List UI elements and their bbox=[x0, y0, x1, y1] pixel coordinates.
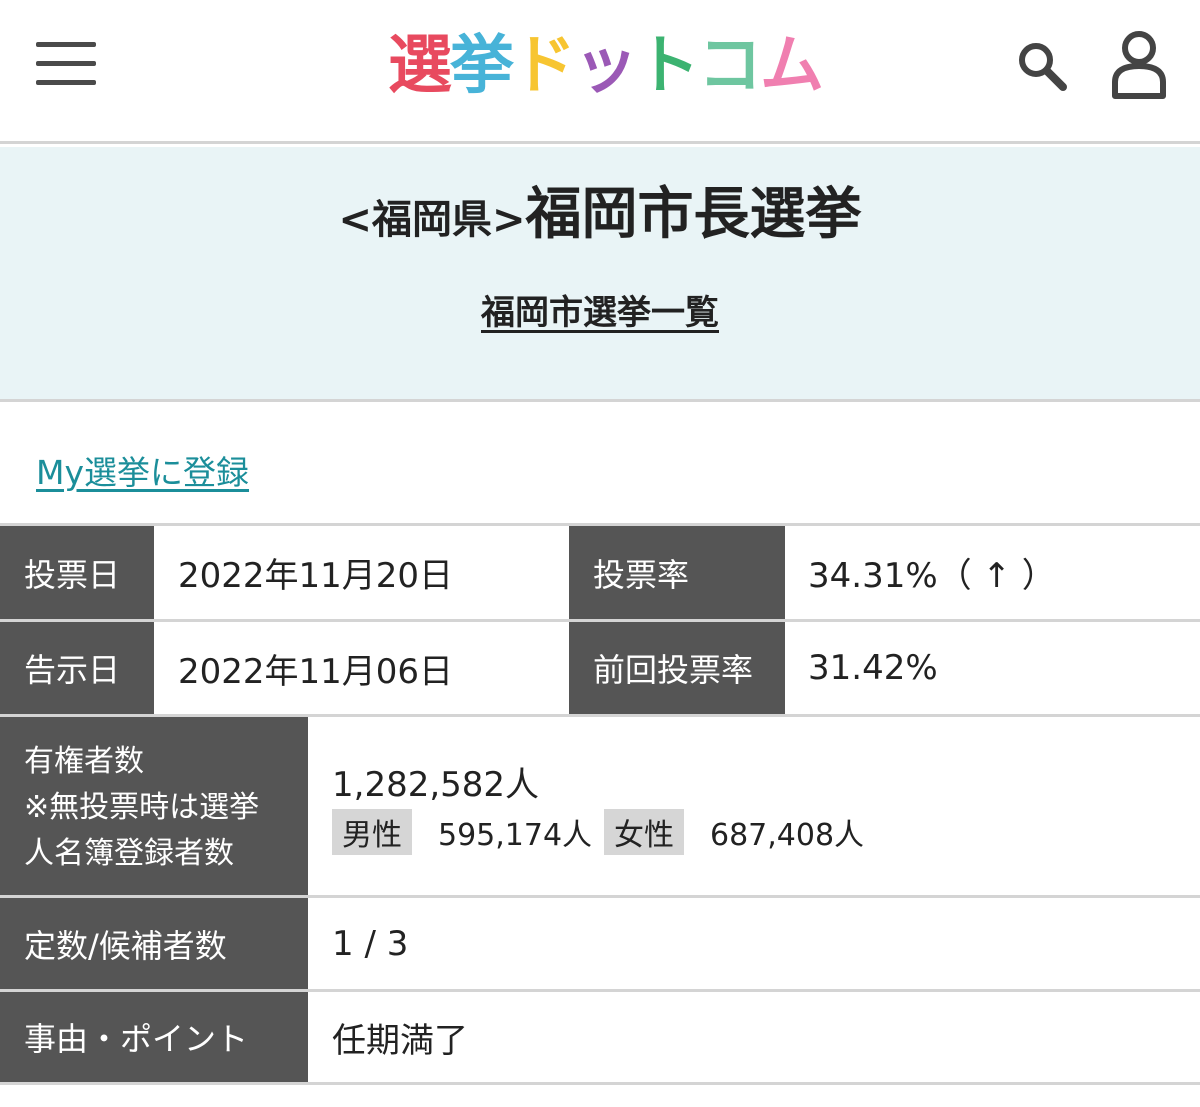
turnout-label: 投票率 bbox=[569, 526, 785, 619]
prev-turnout-value: 31.42% bbox=[808, 648, 938, 688]
voters-label-cell: 有権者数 ※無投票時は選挙 人名簿登録者数 bbox=[0, 717, 308, 895]
logo-char: ッ bbox=[574, 29, 638, 103]
table-row: 事由・ポイント 任期満了 bbox=[0, 989, 1200, 1085]
logo-char: ド bbox=[512, 29, 576, 103]
election-name: 福岡市長選挙 bbox=[525, 182, 862, 247]
user-icon[interactable] bbox=[1110, 30, 1168, 100]
voters-label-line: ※無投票時は選挙 bbox=[24, 790, 260, 825]
prev-turnout-label: 前回投票率 bbox=[569, 622, 785, 714]
table-row: 有権者数 ※無投票時は選挙 人名簿登録者数 1,282,582人 男性 595,… bbox=[0, 714, 1200, 895]
male-tag: 男性 bbox=[332, 809, 412, 855]
seats-label: 定数/候補者数 bbox=[0, 898, 308, 989]
logo-char: 選 bbox=[388, 29, 452, 103]
logo-char: ト bbox=[636, 29, 700, 103]
logo-char: ム bbox=[760, 29, 824, 103]
table-row: 告示日 2022年11月06日 前回投票率 31.42% bbox=[0, 619, 1200, 714]
page-title: <福岡県>福岡市長選挙 bbox=[0, 169, 1200, 250]
my-election-register-link[interactable]: My選挙に登録 bbox=[36, 446, 249, 494]
vote-date-value: 2022年11月20日 bbox=[178, 556, 454, 596]
table-row: 定数/候補者数 1 / 3 bbox=[0, 895, 1200, 989]
logo-char: 挙 bbox=[450, 29, 514, 103]
city-election-list-link[interactable]: 福岡市選挙一覧 bbox=[0, 285, 1200, 334]
notice-date-label: 告示日 bbox=[0, 622, 154, 714]
reason-value: 任期満了 bbox=[332, 1020, 468, 1061]
election-title-band: <福岡県>福岡市長選挙 福岡市選挙一覧 bbox=[0, 147, 1200, 402]
male-voters: 男性 595,174人 bbox=[332, 809, 592, 855]
prefecture-label: <福岡県> bbox=[338, 197, 526, 243]
menu-icon[interactable] bbox=[36, 42, 96, 86]
voters-label: 有権者数 ※無投票時は選挙 人名簿登録者数 bbox=[24, 739, 259, 877]
search-icon[interactable] bbox=[1016, 40, 1068, 92]
vote-date-label: 投票日 bbox=[0, 526, 154, 619]
voters-label-line: 人名簿登録者数 bbox=[24, 836, 234, 871]
seats-value: 1 / 3 bbox=[332, 923, 409, 964]
site-header: 選 挙 ド ッ ト コ ム bbox=[0, 0, 1200, 144]
voters-label-line: 有権者数 bbox=[24, 744, 144, 779]
site-logo[interactable]: 選 挙 ド ッ ト コ ム bbox=[388, 28, 824, 104]
turnout-value: 34.31%（ ↑ ） bbox=[808, 556, 1056, 596]
table-row: 投票日 2022年11月20日 投票率 34.31%（ ↑ ） bbox=[0, 523, 1200, 619]
female-tag: 女性 bbox=[604, 809, 684, 855]
notice-date-value: 2022年11月06日 bbox=[178, 651, 454, 692]
female-voters: 女性 687,408人 bbox=[604, 809, 864, 855]
logo-char: コ bbox=[698, 29, 762, 103]
female-count: 687,408人 bbox=[710, 818, 865, 853]
reason-label: 事由・ポイント bbox=[0, 992, 308, 1082]
male-count: 595,174人 bbox=[438, 818, 593, 853]
voters-total: 1,282,582人 bbox=[332, 765, 540, 805]
